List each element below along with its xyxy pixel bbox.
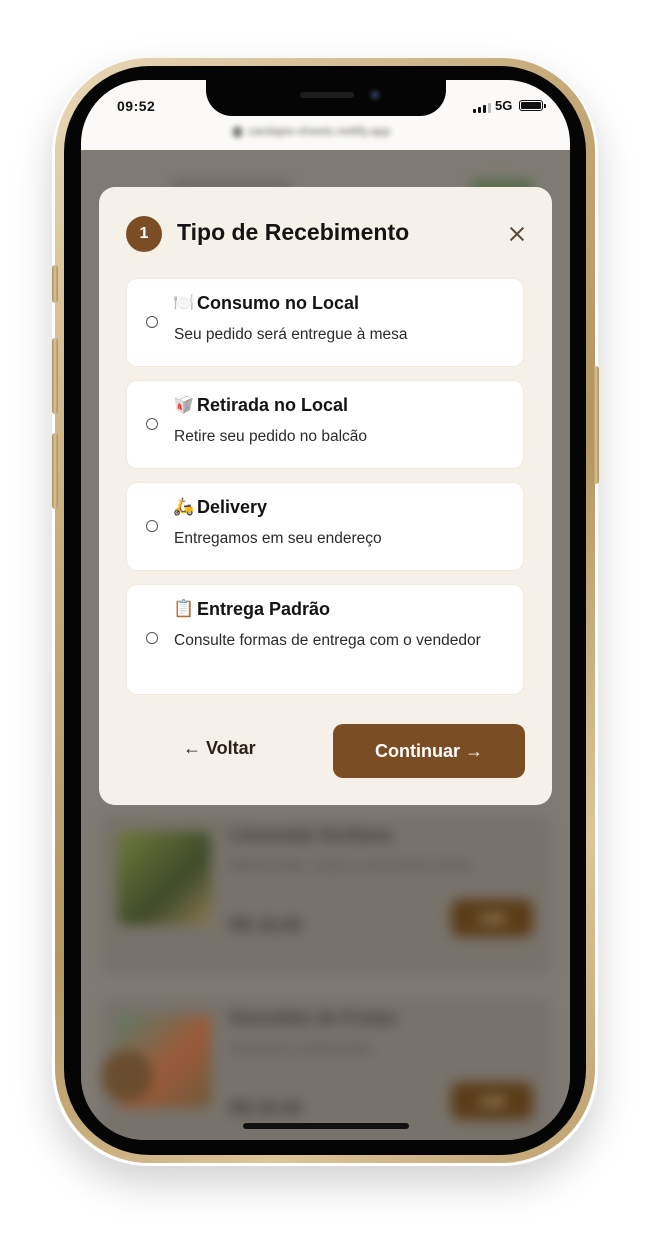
background-product-card: Limonada Siciliana Refrescante, suave e …	[101, 815, 551, 975]
option-description: Consulte formas de entrega com o vendedo…	[174, 632, 481, 649]
network-type: 5G	[495, 98, 513, 113]
product-thumbnail	[117, 831, 211, 925]
plate-cutlery-icon: 🍽️	[173, 293, 195, 312]
background-product-card: Smoothie de Frutas Cremoso e refrescante…	[101, 998, 551, 1140]
radio-button[interactable]	[146, 316, 158, 328]
close-icon[interactable]	[504, 221, 530, 247]
speaker-grille	[300, 92, 354, 98]
modal-title: Tipo de Recebimento	[177, 219, 410, 245]
option-description: Entregamos em seu endereço	[174, 530, 382, 547]
radio-button[interactable]	[146, 520, 158, 532]
radio-button[interactable]	[146, 632, 158, 644]
add-to-cart-button[interactable]: Add	[451, 1082, 533, 1120]
add-to-cart-button[interactable]: Add	[451, 899, 533, 937]
product-price: R$ 20,00	[229, 1098, 303, 1118]
option-title: Delivery	[197, 497, 268, 517]
back-button[interactable]: ← Voltar	[183, 738, 256, 759]
floating-cart-button[interactable]	[101, 1050, 153, 1102]
delivery-type-modal: 1 Tipo de Recebimento 🍽️ Consumo no Loca…	[99, 187, 552, 805]
volume-down-button	[52, 433, 58, 509]
url-text: cardapio-sheets.netlify.app	[248, 124, 391, 138]
volume-up-button	[52, 338, 58, 414]
option-description: Seu pedido será entregue à mesa	[174, 326, 408, 343]
option-consumo-no-local[interactable]: 🍽️ Consumo no Local Seu pedido será entr…	[127, 279, 523, 366]
front-camera	[368, 88, 382, 102]
radio-button[interactable]	[146, 418, 158, 430]
option-entrega-padrao[interactable]: 📋 Entrega Padrão Consulte formas de entr…	[127, 585, 523, 694]
product-name: Smoothie de Frutas	[229, 1008, 398, 1028]
browser-url-bar[interactable]: cardapio-sheets.netlify.app	[233, 124, 423, 138]
option-title: Consumo no Local	[197, 293, 359, 313]
product-description: Cremoso e refrescante	[229, 1040, 372, 1056]
continue-button[interactable]: Continuar →	[333, 724, 525, 778]
option-delivery[interactable]: 🛵 Delivery Entregamos em seu endereço	[127, 483, 523, 570]
power-button	[593, 366, 599, 484]
signal-icon	[473, 102, 491, 113]
home-indicator[interactable]	[243, 1123, 409, 1129]
product-name: Limonada Siciliana	[229, 825, 393, 845]
clipboard-icon: 📋	[173, 599, 195, 618]
camera-notch	[206, 80, 446, 116]
product-price: R$ 16,00	[229, 915, 303, 935]
scooter-icon: 🛵	[173, 497, 195, 516]
lock-icon	[233, 126, 242, 137]
option-description: Retire seu pedido no balcão	[174, 428, 368, 445]
option-retirada-no-local[interactable]: 🥡 Retirada no Local Retire seu pedido no…	[127, 381, 523, 468]
step-badge: 1	[126, 216, 162, 252]
option-title: Entrega Padrão	[197, 599, 331, 619]
status-time: 09:52	[117, 98, 156, 114]
option-title: Retirada no Local	[197, 395, 349, 415]
battery-icon	[519, 100, 546, 111]
takeout-box-icon: 🥡	[173, 395, 195, 414]
product-description: Refrescante, suave e levemente cítrica	[229, 857, 472, 873]
mute-switch	[52, 265, 58, 303]
